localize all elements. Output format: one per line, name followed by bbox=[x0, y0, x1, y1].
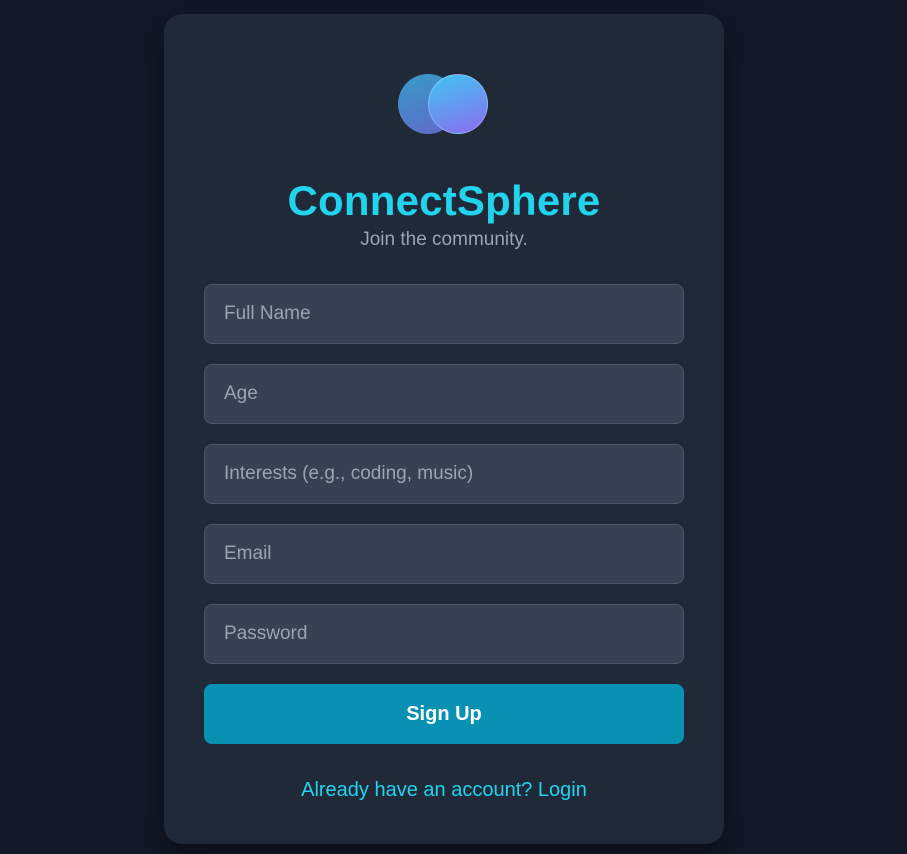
app-title: ConnectSphere bbox=[287, 177, 601, 224]
logo-circle-right bbox=[428, 74, 488, 134]
age-input[interactable] bbox=[204, 364, 684, 424]
password-input[interactable] bbox=[204, 604, 684, 664]
email-input[interactable] bbox=[204, 524, 684, 584]
logo-overlapping-circles-icon bbox=[398, 74, 490, 134]
app-tagline: Join the community. bbox=[360, 229, 528, 250]
interests-input[interactable] bbox=[204, 444, 684, 504]
sign-up-button[interactable]: Sign Up bbox=[204, 684, 684, 744]
login-link[interactable]: Already have an account? Login bbox=[164, 778, 724, 802]
signup-card: ConnectSphere Join the community. Sign U… bbox=[164, 14, 724, 844]
full-name-input[interactable] bbox=[204, 284, 684, 344]
